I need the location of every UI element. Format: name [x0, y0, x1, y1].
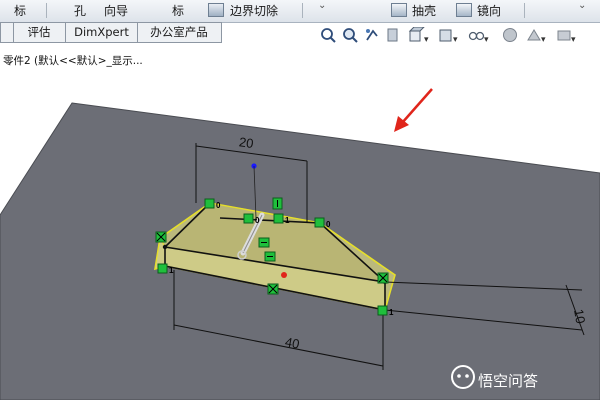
- dimension-20[interactable]: 20: [238, 134, 254, 151]
- ribbon-item-partial-1[interactable]: 标: [14, 2, 26, 19]
- boundary-cut-icon: [208, 3, 224, 17]
- command-ribbon: 标 孔 向导 标 边界切除 ⌄ 抽壳 镜向 ⌄: [0, 0, 600, 23]
- ribbon-separator: [46, 3, 47, 18]
- mirror-icon: [456, 3, 472, 17]
- boundary-cut-button[interactable]: 边界切除: [230, 2, 278, 19]
- svg-text:0: 0: [255, 216, 260, 225]
- annotation-arrow: [394, 88, 433, 132]
- tab-evaluate[interactable]: 评估: [13, 23, 66, 42]
- ribbon-separator: [302, 3, 303, 18]
- svg-text:1: 1: [169, 266, 174, 275]
- mirror-button[interactable]: 镜向: [477, 2, 501, 19]
- view-settings-icon[interactable]: ▾: [556, 27, 578, 43]
- watermark-logo-icon: [451, 365, 475, 389]
- chevron-down-icon[interactable]: ⌄: [318, 0, 326, 11]
- previous-view-icon[interactable]: [364, 27, 380, 43]
- ribbon-item-partial-2[interactable]: 孔: [74, 2, 86, 19]
- ribbon-item-partial-4[interactable]: 标: [172, 2, 184, 19]
- svg-text:▾: ▾: [484, 35, 489, 43]
- svg-text:▾: ▾: [541, 35, 546, 43]
- edit-appearance-icon[interactable]: [502, 27, 520, 43]
- svg-text:1: 1: [389, 308, 394, 317]
- zoom-to-area-icon[interactable]: [342, 27, 358, 43]
- feature-tree-part-label[interactable]: 零件2 (默认<<默认>_显示...: [3, 53, 143, 68]
- shell-button[interactable]: 抽壳: [412, 2, 436, 19]
- heads-up-view-toolbar: ▾ ▾ ▾ ▾ ▾: [318, 27, 600, 51]
- apply-scene-icon[interactable]: ▾: [526, 27, 548, 43]
- hide-show-items-icon[interactable]: ▾: [468, 27, 490, 43]
- dimension-10[interactable]: 10: [571, 308, 588, 325]
- midpoint-red[interactable]: [281, 272, 287, 278]
- view-orientation-icon[interactable]: ▾: [408, 27, 430, 43]
- svg-text:▾: ▾: [571, 35, 576, 43]
- dimension-40[interactable]: 40: [284, 334, 301, 351]
- tab-office-products[interactable]: 办公室产品: [138, 23, 220, 42]
- ribbon-separator: [524, 3, 525, 18]
- display-style-icon[interactable]: ▾: [438, 27, 460, 43]
- section-view-icon[interactable]: [386, 27, 400, 43]
- command-manager-tabs: 评估 DimXpert 办公室产品: [0, 22, 222, 43]
- svg-text:0: 0: [326, 220, 331, 229]
- zoom-to-fit-icon[interactable]: [320, 27, 336, 43]
- svg-text:▾: ▾: [453, 35, 458, 43]
- chevron-down-icon[interactable]: ⌄: [578, 0, 586, 11]
- shell-icon: [391, 3, 407, 17]
- svg-text:0: 0: [216, 201, 221, 210]
- watermark-text: 悟空问答: [478, 372, 539, 390]
- svg-text:1: 1: [285, 216, 290, 225]
- tab-dimxpert[interactable]: DimXpert: [66, 23, 138, 42]
- svg-text:▾: ▾: [424, 35, 429, 43]
- ribbon-item-partial-3[interactable]: 向导: [104, 2, 128, 19]
